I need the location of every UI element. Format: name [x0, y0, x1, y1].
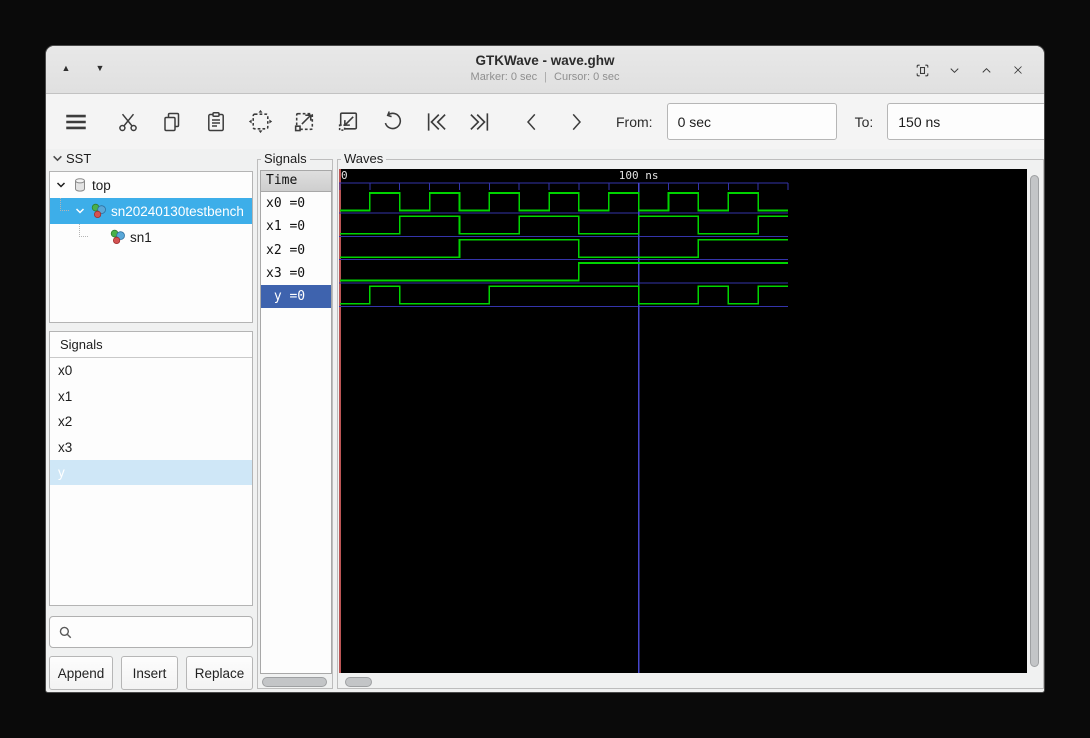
- waveform-x3: [340, 262, 788, 282]
- list-item-x0[interactable]: x0: [50, 358, 252, 383]
- title-bar: ▲ ▼ GTKWave - wave.ghw Marker: 0 sec | Cur…: [46, 46, 1044, 94]
- step-right-button[interactable]: [558, 104, 594, 140]
- close-button[interactable]: [1006, 58, 1030, 82]
- step-right-icon: [572, 113, 582, 130]
- list-item-y[interactable]: y: [50, 459, 252, 485]
- zoom-out-icon: [338, 112, 357, 131]
- signal-name-rows: x0 =0 x1 =0 x2 =0 x3 =0 y =0: [261, 192, 331, 309]
- chevron-down-icon: [949, 67, 959, 73]
- wave-canvas[interactable]: 0 100 ns: [339, 169, 1027, 673]
- signal-browser-title: Signals: [50, 332, 252, 358]
- signal-row-x2[interactable]: x2 =0: [261, 239, 331, 262]
- zoom-out-button[interactable]: [330, 104, 366, 140]
- to-end-icon: [470, 112, 489, 131]
- list-item-x1[interactable]: x1: [50, 384, 252, 409]
- copy-button[interactable]: [154, 104, 190, 140]
- replace-button[interactable]: Replace: [186, 656, 253, 690]
- paste-button[interactable]: [198, 104, 234, 140]
- time-header-button[interactable]: Time: [261, 171, 331, 192]
- entity-icon: [108, 229, 127, 245]
- module-icon: [70, 177, 89, 193]
- to-end-button[interactable]: [462, 104, 498, 140]
- sst-header[interactable]: SST: [52, 151, 91, 166]
- signal-row-x0[interactable]: x0 =0: [261, 192, 331, 215]
- close-icon: [1014, 66, 1022, 74]
- insert-button[interactable]: Insert: [121, 656, 178, 690]
- zoom-fit-button[interactable]: [242, 104, 278, 140]
- step-left-icon: [526, 113, 536, 130]
- cursor-status: Cursor: 0 sec: [554, 71, 620, 83]
- status-line: Marker: 0 sec | Cursor: 0 sec: [46, 70, 1044, 85]
- status-separator: |: [544, 71, 548, 83]
- tree-item-label: top: [92, 177, 111, 193]
- chevron-down-icon: [53, 155, 62, 162]
- signals-frame-label: Signals: [261, 151, 310, 166]
- cut-button[interactable]: [110, 104, 146, 140]
- tree-connector: [60, 198, 69, 211]
- waveform-x0: [340, 192, 788, 212]
- marker-status: Marker: 0 sec: [470, 71, 538, 83]
- from-label: From:: [616, 113, 653, 130]
- sst-tree: top sn20240130testbench sn1: [49, 171, 253, 323]
- zoom-in-button[interactable]: [286, 104, 322, 140]
- roll-down-button[interactable]: [942, 58, 966, 82]
- signal-names-panel: Time x0 =0 x1 =0 x2 =0 x3 =0 y =0: [260, 170, 332, 674]
- append-button[interactable]: Append: [49, 656, 113, 690]
- tree-connector: [79, 224, 88, 237]
- tree-item-top[interactable]: top: [50, 172, 252, 198]
- maximize-button[interactable]: [910, 58, 934, 82]
- signal-row-y[interactable]: y =0: [261, 285, 331, 309]
- paste-icon: [208, 111, 224, 131]
- undo-icon: [384, 111, 401, 130]
- waveform-x2: [340, 238, 788, 258]
- gtkwave-window: ▲ ▼ GTKWave - wave.ghw Marker: 0 sec | Cur…: [45, 45, 1045, 693]
- copy-icon: [164, 112, 180, 131]
- maximize-icon: [916, 64, 928, 76]
- zoom-fit-icon: [248, 109, 272, 134]
- waves-vscrollbar[interactable]: [1030, 175, 1039, 667]
- waves-frame-label: Waves: [341, 151, 387, 166]
- expander-icon[interactable]: [54, 178, 68, 192]
- entity-icon: [89, 203, 108, 219]
- signal-browser: Signals x0 x1 x2 x3 y: [49, 331, 253, 606]
- waveform-y: [340, 285, 788, 305]
- to-start-button[interactable]: [418, 104, 454, 140]
- to-label: To:: [854, 113, 874, 130]
- from-input[interactable]: [666, 103, 837, 140]
- step-left-button[interactable]: [514, 104, 550, 140]
- chevron-up-icon: [981, 67, 991, 73]
- sst-label: SST: [66, 151, 92, 166]
- names-hscrollbar[interactable]: [262, 677, 327, 687]
- waves-hscrollbar[interactable]: [345, 677, 372, 687]
- roll-up-button[interactable]: [974, 58, 998, 82]
- menu-button[interactable]: [56, 104, 96, 140]
- search-icon: [59, 626, 72, 638]
- to-input[interactable]: [887, 103, 1044, 140]
- signal-row-x3[interactable]: x3 =0: [261, 262, 331, 285]
- menu-icon: [66, 114, 86, 129]
- list-item-x2[interactable]: x2: [50, 409, 252, 434]
- cut-icon: [119, 113, 137, 131]
- search-box: [49, 616, 259, 648]
- tree-item-label: sn20240130testbench: [111, 203, 244, 219]
- tree-item-sn1[interactable]: sn1: [50, 224, 252, 250]
- zoom-in-icon: [294, 112, 313, 132]
- timeline-label: 0: [341, 169, 348, 182]
- window-title: GTKWave - wave.ghw: [475, 53, 615, 68]
- tree-item-label: sn1: [130, 229, 152, 245]
- to-start-icon: [427, 112, 446, 131]
- signal-row-x1[interactable]: x1 =0: [261, 215, 331, 238]
- expander-icon[interactable]: [73, 204, 87, 218]
- waveform-x1: [340, 215, 788, 235]
- tree-item-sn20240130testbench[interactable]: sn20240130testbench: [50, 198, 252, 224]
- timeline-label: 100 ns: [619, 169, 659, 182]
- toolbar: From: To:: [46, 94, 1044, 149]
- browser-buttons: Append Insert Replace: [49, 656, 253, 690]
- signal-browser-list: x0 x1 x2 x3 y: [50, 358, 252, 485]
- undo-button[interactable]: [374, 104, 410, 140]
- search-input[interactable]: [79, 623, 259, 641]
- list-item-x3[interactable]: x3: [50, 435, 252, 460]
